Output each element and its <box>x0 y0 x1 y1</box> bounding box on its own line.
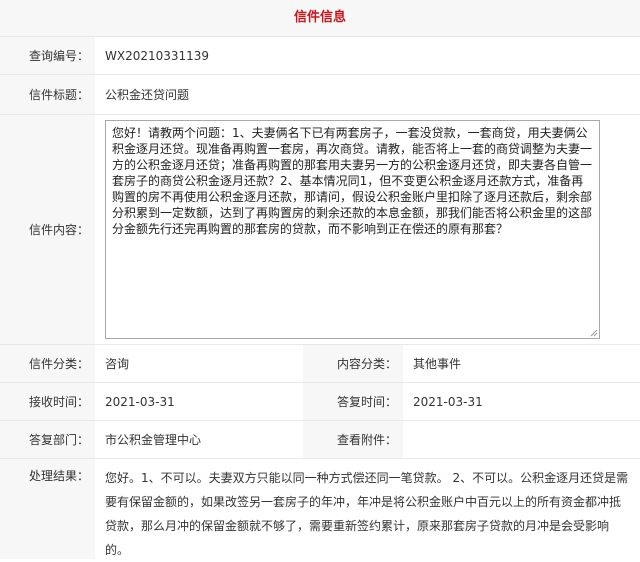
query-number-value: WX20210331139 <box>105 48 210 63</box>
content-category-value: 其他事件 <box>413 357 462 371</box>
letter-content-row: 信件内容： 您好！请教两个问题：1、夫妻俩名下已有两套房子，一套没贷款，一套商贷… <box>0 115 640 345</box>
result-text: 您好。1、不可以。夫妻双方只能以同一种方式偿还同一笔贷款。 2、不可以。公积金逐… <box>105 471 629 557</box>
letter-content-label: 信件内容： <box>0 115 95 344</box>
result-label: 处理结果： <box>0 459 95 559</box>
reply-time-value: 2021-03-31 <box>413 394 483 409</box>
letter-title-value: 公积金还贷问题 <box>105 88 190 102</box>
reply-dept-value: 市公积金管理中心 <box>105 433 202 447</box>
letter-content-text: 您好！请教两个问题：1、夫妻俩名下已有两套房子，一套没贷款，一套商贷，用夫妻俩公… <box>112 126 593 236</box>
letter-category-value: 咨询 <box>105 357 130 371</box>
query-number-row: 查询编号： WX20210331139 <box>0 37 640 75</box>
received-time-label: 接收时间： <box>0 383 95 420</box>
received-time-value: 2021-03-31 <box>105 394 175 409</box>
time-row: 接收时间： 2021-03-31 答复时间： 2021-03-31 <box>0 383 640 421</box>
letter-title-label: 信件标题： <box>0 75 95 114</box>
letter-info-panel: 信件信息 查询编号： WX20210331139 信件标题： 公积金还贷问题 信… <box>0 0 640 559</box>
letter-category-label: 信件分类： <box>0 345 95 382</box>
reply-time-label: 答复时间： <box>303 383 403 420</box>
attachment-value[interactable] <box>403 421 640 458</box>
letter-title-row: 信件标题： 公积金还贷问题 <box>0 75 640 115</box>
letter-content-textarea[interactable]: 您好！请教两个问题：1、夫妻俩名下已有两套房子，一套没贷款，一套商贷，用夫妻俩公… <box>105 120 600 339</box>
letter-content-cell: 您好！请教两个问题：1、夫妻俩名下已有两套房子，一套没贷款，一套商贷，用夫妻俩公… <box>95 115 640 344</box>
panel-title: 信件信息 <box>0 0 640 37</box>
reply-dept-row: 答复部门： 市公积金管理中心 查看附件： <box>0 421 640 459</box>
reply-dept-label: 答复部门： <box>0 421 95 458</box>
query-number-label: 查询编号： <box>0 37 95 74</box>
result-row: 处理结果： 您好。1、不可以。夫妻双方只能以同一种方式偿还同一笔贷款。 2、不可… <box>0 459 640 562</box>
content-category-label: 内容分类： <box>303 345 403 382</box>
resize-handle-icon[interactable] <box>590 329 598 337</box>
attachment-label: 查看附件： <box>303 421 403 458</box>
category-row: 信件分类： 咨询 内容分类： 其他事件 <box>0 345 640 383</box>
